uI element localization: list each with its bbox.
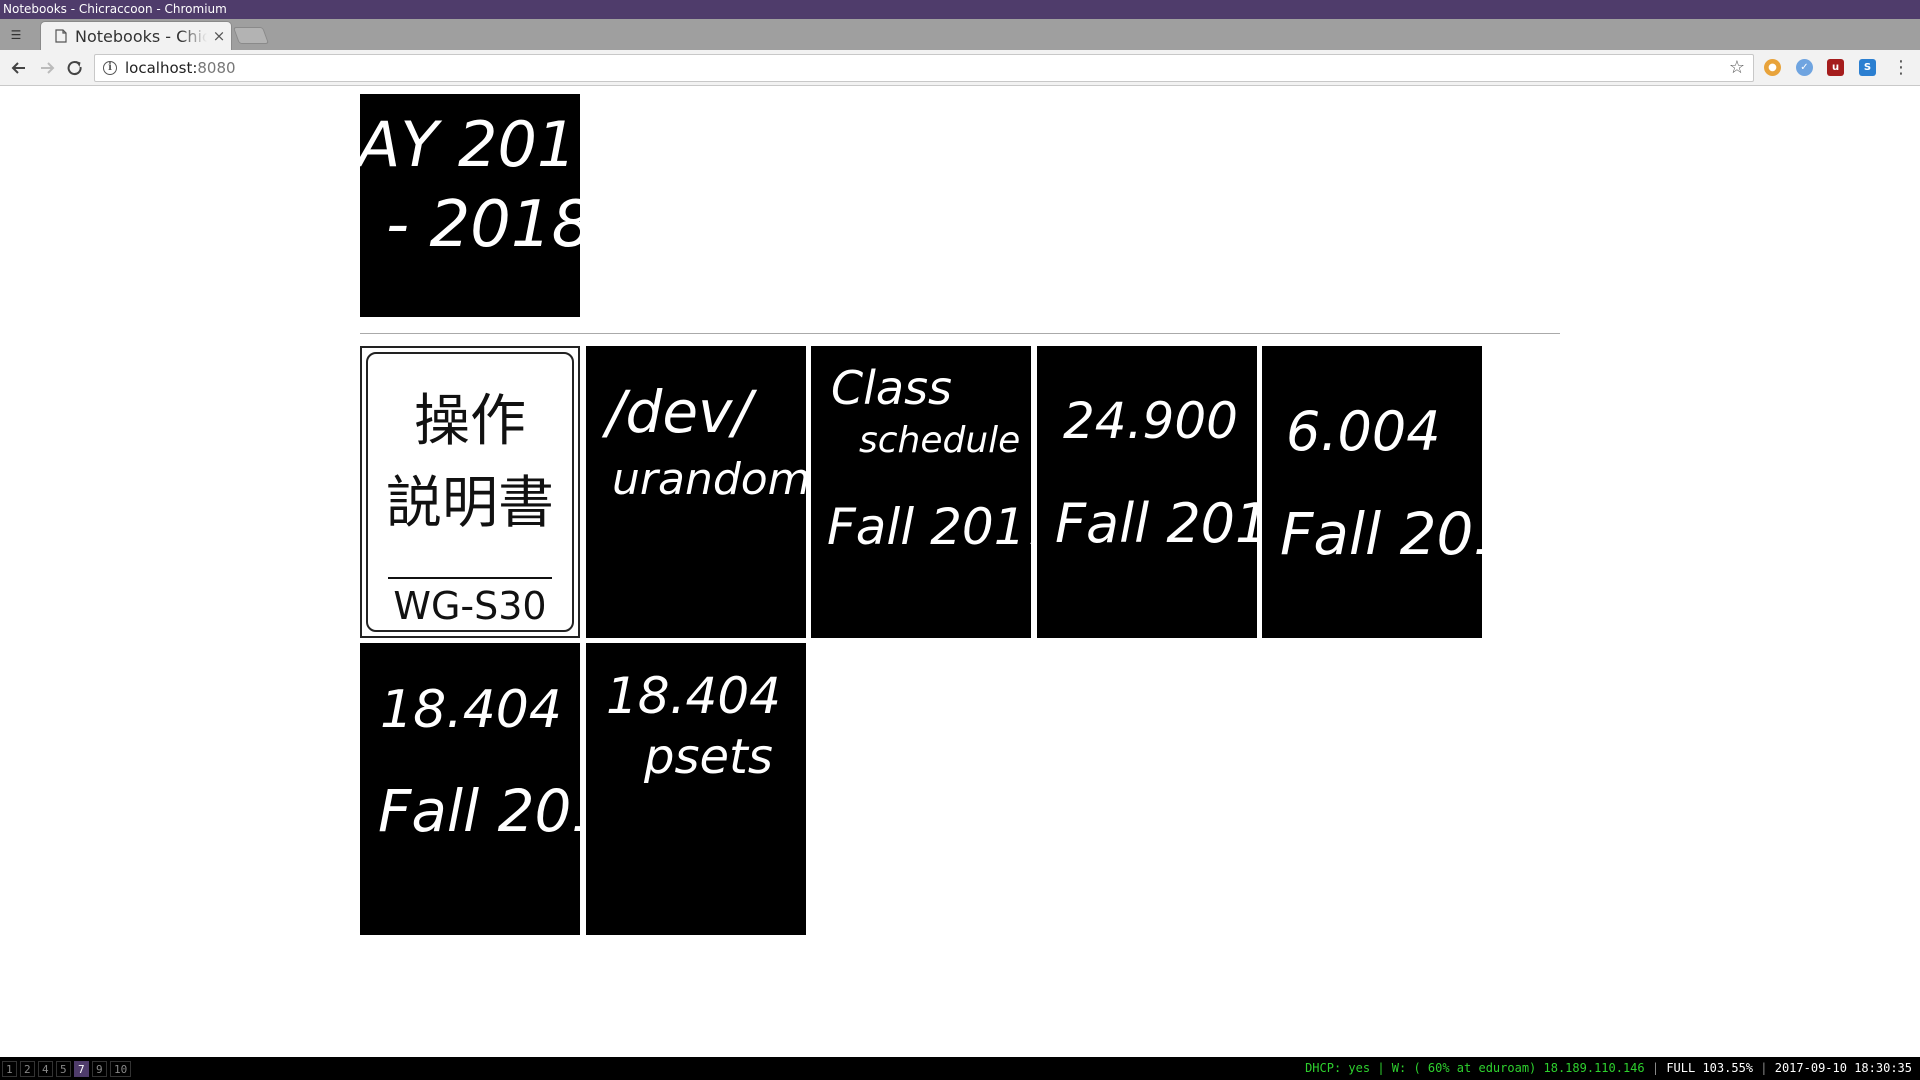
workspace-button[interactable]: 10 — [110, 1061, 132, 1077]
tab-menu-icon[interactable]: ☰ — [6, 25, 26, 45]
cover-line: 24.900 — [1063, 392, 1238, 450]
workspace-button[interactable]: 9 — [92, 1061, 107, 1077]
cover-line: AY 2017 — [360, 108, 580, 181]
workspace-button[interactable]: 5 — [56, 1061, 71, 1077]
battery-status: FULL 103.55% — [1666, 1061, 1754, 1075]
address-bar[interactable]: i localhost: 8080 ☆ — [94, 54, 1754, 82]
cover-line: - 2018 — [386, 188, 580, 262]
tab-strip: ☰ Notebooks - Chicraccoon × — [0, 19, 1920, 50]
notebook-cover[interactable]: 6.004 Fall 2017 — [1262, 346, 1482, 638]
ublock-icon[interactable]: u — [1827, 59, 1844, 76]
info-icon[interactable]: i — [103, 61, 117, 75]
cover-line: Fall 2017 — [827, 498, 1031, 556]
url-host: localhost: — [125, 59, 198, 77]
cover-line: Fall 2017 — [378, 777, 580, 845]
new-tab-button[interactable] — [232, 27, 270, 44]
workspace-button[interactable]: 2 — [20, 1061, 35, 1077]
cover-line: schedule — [859, 420, 1020, 461]
system-status-bar: 1 2 4 5 7 9 10 DHCP: yes | W: ( 60% at e… — [0, 1057, 1920, 1080]
manual-title-line1: 操作 — [414, 389, 526, 454]
tab-title: Notebooks - Chicraccoon — [75, 26, 207, 46]
manual-model: WG-S30 — [393, 584, 547, 628]
cover-line: 18.404 — [380, 680, 562, 740]
notebook-cover[interactable]: Class schedule Fall 2017 — [811, 346, 1031, 638]
s-extension-icon[interactable]: S — [1859, 59, 1876, 76]
cookie-icon[interactable]: ● — [1764, 59, 1781, 76]
notebook-cover[interactable]: /dev/ urandom — [586, 346, 806, 638]
document-icon — [55, 29, 67, 43]
notebook-cover[interactable]: 24.900 Fall 2017 — [1037, 346, 1257, 638]
url-port: 8080 — [197, 59, 236, 77]
section-divider — [360, 333, 1560, 334]
cover-line: Fall 2017 — [1280, 500, 1482, 568]
window-title: Notebooks - Chicraccoon - Chromium — [0, 0, 1920, 19]
cover-line: 6.004 — [1286, 400, 1441, 463]
forward-arrow-icon[interactable] — [37, 58, 57, 78]
notebook-cover[interactable]: 18.404 Fall 2017 — [360, 643, 580, 935]
bookmark-star-icon[interactable]: ☆ — [1729, 58, 1745, 78]
cover-line: Class — [831, 361, 952, 415]
cover-line: Fall 2017 — [1055, 492, 1257, 555]
back-arrow-icon[interactable] — [9, 58, 29, 78]
cover-line: psets — [643, 729, 773, 785]
page-content: AY 2017 - 2018 操作 説明書 WG-S30 /dev/ urand… — [0, 87, 1920, 1057]
close-tab-icon[interactable]: × — [211, 28, 227, 44]
workspace-button-active[interactable]: 7 — [74, 1061, 89, 1077]
cover-line: 18.404 — [606, 667, 781, 725]
notebook-cover[interactable]: AY 2017 - 2018 — [360, 94, 580, 317]
cover-line: /dev/ — [601, 378, 757, 446]
manual-divider — [388, 577, 552, 579]
workspace-button[interactable]: 1 — [2, 1061, 17, 1077]
browser-toolbar: i localhost: 8080 ☆ ● ✓ u S ⋮ — [0, 50, 1920, 86]
manual-title-line2: 説明書 — [386, 471, 554, 536]
workspace-button[interactable]: 4 — [38, 1061, 53, 1077]
clock: 2017-09-10 18:30:35 — [1774, 1061, 1912, 1075]
cover-line: urandom — [612, 454, 806, 505]
menu-dots-icon[interactable]: ⋮ — [1892, 56, 1910, 80]
reload-icon[interactable] — [65, 58, 85, 78]
check-icon[interactable]: ✓ — [1796, 59, 1813, 76]
network-status: DHCP: yes | W: ( 60% at eduroam) 18.189.… — [1305, 1061, 1645, 1075]
tab-notebooks[interactable]: Notebooks - Chicraccoon × — [40, 21, 232, 50]
status-info: DHCP: yes | W: ( 60% at eduroam) 18.189.… — [1305, 1061, 1912, 1075]
notebook-cover-manual[interactable]: 操作 説明書 WG-S30 — [360, 346, 580, 638]
notebook-cover[interactable]: 18.404 psets — [586, 643, 806, 935]
